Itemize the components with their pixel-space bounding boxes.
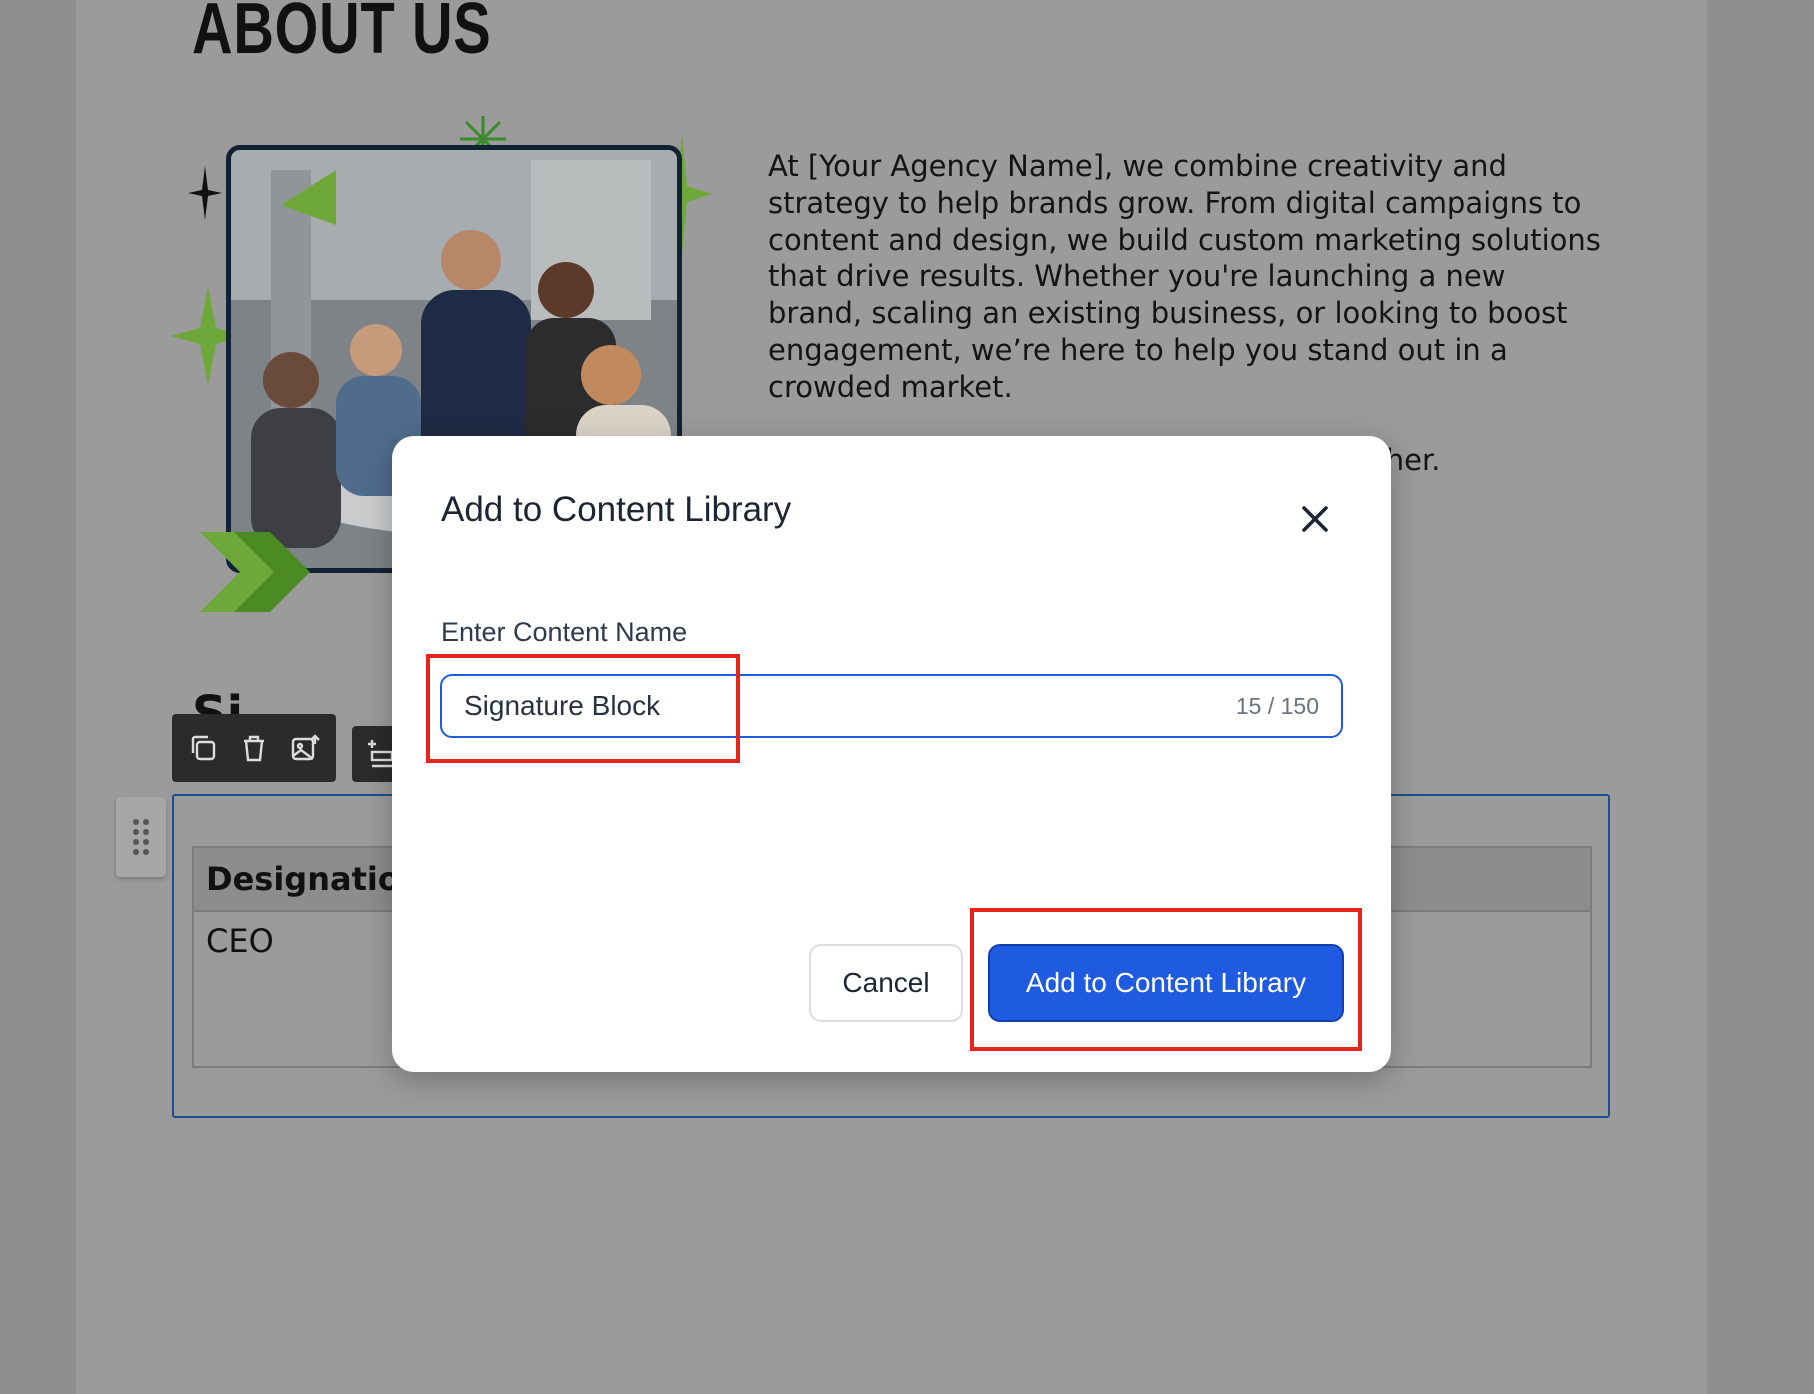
character-count: 15 / 150 <box>1235 692 1319 719</box>
about-paragraph: At [Your Agency Name], we combine creati… <box>768 149 1601 404</box>
close-icon <box>1302 506 1328 532</box>
highlight-button-annotation <box>970 908 1362 1051</box>
copy-icon[interactable] <box>185 730 221 766</box>
about-body-text: At [Your Agency Name], we combine creati… <box>768 148 1608 479</box>
highlight-input-annotation <box>426 654 740 763</box>
block-toolbar <box>172 714 336 782</box>
modal-title: Add to Content Library <box>441 490 792 529</box>
left-margin <box>0 0 76 1394</box>
close-button[interactable] <box>1292 496 1338 542</box>
cancel-button[interactable]: Cancel <box>809 944 963 1022</box>
drag-handle[interactable] <box>116 797 166 877</box>
drag-dots-icon <box>133 819 149 855</box>
page-title: ABOUT US <box>192 0 492 69</box>
content-name-label: Enter Content Name <box>441 617 688 647</box>
trash-icon[interactable] <box>236 730 272 766</box>
arrow-chevron-icon <box>200 532 310 612</box>
image-upload-icon[interactable] <box>287 730 323 766</box>
right-margin <box>1707 0 1814 1394</box>
sparkle-icon <box>188 166 222 220</box>
